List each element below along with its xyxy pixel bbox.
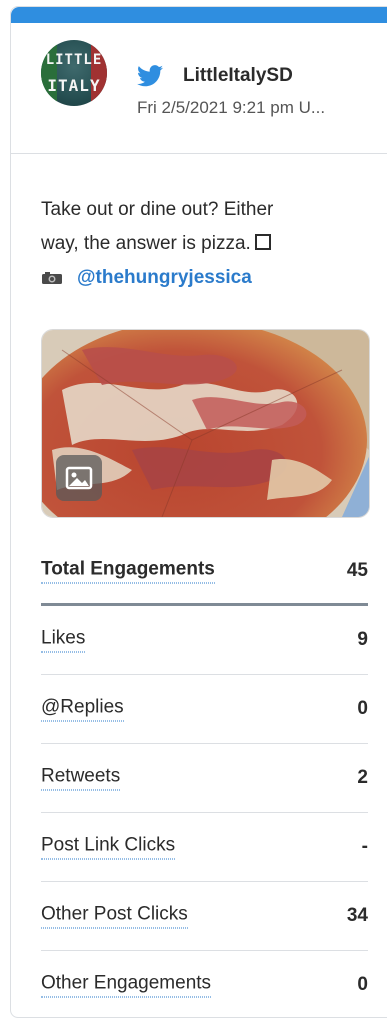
metric-row-other-engagements: Other Engagements 0 <box>41 951 368 1017</box>
metric-label-replies[interactable]: @Replies <box>41 697 124 722</box>
camera-icon <box>42 271 62 284</box>
post-text-line-3: @thehungryjessica <box>41 261 361 295</box>
post-text-line-2-text: way, the answer is pizza. <box>41 233 251 254</box>
accent-bar <box>11 7 387 23</box>
metric-row-post-link-clicks: Post Link Clicks - <box>41 813 368 882</box>
flag-red-stripe <box>91 40 107 106</box>
twitter-bird-icon <box>137 65 163 87</box>
metric-label-retweets[interactable]: Retweets <box>41 766 121 791</box>
image-icon[interactable] <box>56 455 102 501</box>
image-icon-glyph <box>65 466 93 490</box>
engagement-metrics: Total Engagements 45 Likes 9 @Replies 0 … <box>41 539 368 1017</box>
post-text-line-2: way, the answer is pizza. <box>41 227 361 261</box>
metric-value-other-engagements: 0 <box>357 974 368 995</box>
mention-link[interactable]: @thehungryjessica <box>77 267 252 288</box>
avatar-text-top: LITTLE <box>45 52 103 68</box>
metric-value-likes: 9 <box>357 629 368 650</box>
metric-value-other-post-clicks: 34 <box>346 905 368 926</box>
metric-row-total-engagements: Total Engagements 45 <box>41 539 368 606</box>
post-text: Take out or dine out? Either way, the an… <box>41 193 361 295</box>
metric-value-replies: 0 <box>357 698 368 719</box>
post-timestamp: Fri 2/5/2021 9:21 pm U... <box>137 98 326 117</box>
metric-label-other-engagements[interactable]: Other Engagements <box>41 973 212 998</box>
metric-row-retweets: Retweets 2 <box>41 744 368 813</box>
metric-value-post-link-clicks: - <box>361 836 368 857</box>
metric-value-retweets: 2 <box>357 767 368 788</box>
metric-row-replies: @Replies 0 <box>41 675 368 744</box>
avatar[interactable]: LITTLE ITALY <box>41 40 107 106</box>
post-text-line-1: Take out or dine out? Either <box>41 199 274 220</box>
metric-label-other-post-clicks[interactable]: Other Post Clicks <box>41 904 188 929</box>
metric-row-likes: Likes 9 <box>41 606 368 675</box>
avatar-text-bottom: ITALY <box>47 76 101 95</box>
metric-value-total-engagements: 45 <box>346 560 368 581</box>
emoji-placeholder-icon <box>254 234 271 250</box>
metric-label-total-engagements[interactable]: Total Engagements <box>41 559 215 584</box>
metric-label-post-link-clicks[interactable]: Post Link Clicks <box>41 835 176 860</box>
metric-row-other-post-clicks: Other Post Clicks 34 <box>41 882 368 951</box>
flag-green-stripe <box>41 40 57 106</box>
metric-label-likes[interactable]: Likes <box>41 628 86 653</box>
account-name[interactable]: LittleItalySD <box>183 65 293 87</box>
post-card: LITTLE ITALY LittleItalySD Fri 2/5/2021 … <box>10 6 387 1018</box>
post-photo[interactable] <box>41 329 370 518</box>
